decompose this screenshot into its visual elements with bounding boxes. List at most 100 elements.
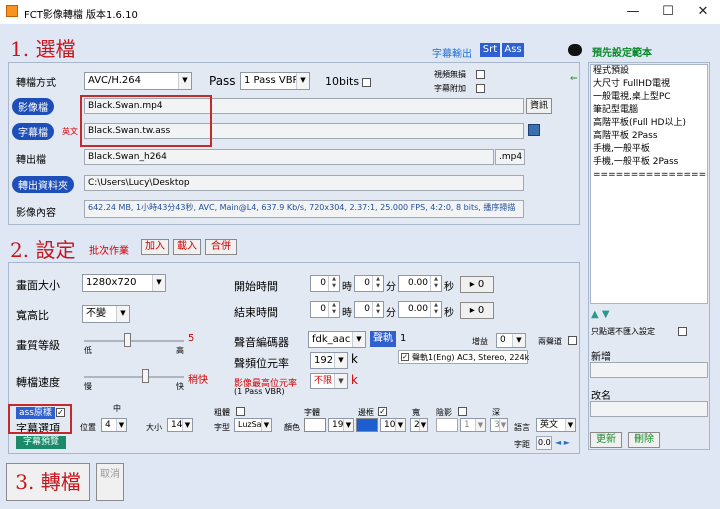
start-hour-spinner[interactable]: 0 ▲ ▼ (310, 275, 340, 292)
delete-button[interactable]: 刪除 (628, 432, 660, 448)
spacing-field[interactable]: 0.0 (536, 436, 552, 450)
minute-unit: 分 (386, 308, 396, 319)
arrow-icon: ⇐ (570, 74, 578, 84)
only-selected-checkbox[interactable] (678, 327, 687, 336)
rename-field[interactable] (590, 401, 708, 417)
border-color-select[interactable]: 102 ▼ (380, 418, 406, 432)
gain-select[interactable]: 0 ▼ (496, 333, 526, 348)
speed-slider-thumb[interactable] (142, 369, 149, 383)
maximize-button[interactable]: ☐ (651, 0, 685, 24)
format-select[interactable]: AVC/H.264 ▼ (84, 72, 192, 90)
highlight-box-subs (8, 404, 72, 434)
add-sub-label: 字幕附加 (434, 84, 466, 93)
audio-track-checkbox[interactable]: ✓ (401, 353, 409, 361)
presets-list[interactable]: 程式預設 大尺寸 FullHD電視 一般電視,桌上型PC 筆記型電腦 高階平板(… (590, 64, 708, 304)
position-label: 位置 (80, 423, 96, 432)
info-button[interactable]: 資訊 (526, 98, 552, 114)
batch-add-button[interactable]: 加入 (141, 239, 169, 255)
chevron-down-icon: ▼ (178, 73, 191, 89)
preset-item[interactable]: 高階平板 2Pass (591, 130, 707, 143)
preset-item[interactable]: 筆記型電腦 (591, 104, 707, 117)
shadow-value: 1 (464, 420, 470, 430)
output-folder-button[interactable]: 轉出資料夾 (12, 176, 74, 193)
spin-arrows-icon: ▲ ▼ (430, 276, 441, 291)
end-go-button[interactable]: ▸ 0 (460, 302, 494, 319)
spacing-arrows-icon[interactable]: ◄ ► (555, 438, 570, 447)
preset-item[interactable]: 手機,一般平板 (591, 143, 707, 156)
shadow-color-swatch[interactable] (436, 418, 458, 432)
font-color-value: 19 (332, 420, 344, 430)
position-select[interactable]: 4 ▼ (101, 418, 127, 432)
size-small-select[interactable]: 14 ▼ (167, 418, 193, 432)
video-file-button[interactable]: 影像檔 (12, 98, 54, 115)
lang-select[interactable]: 英文 ▼ (536, 418, 576, 432)
bold-label: 粗體 (214, 408, 230, 417)
quality-slider-thumb[interactable] (124, 333, 131, 347)
pass-select[interactable]: 1 Pass VBR ▼ (240, 72, 310, 90)
up-down-icon[interactable]: ▲ ▼ (591, 309, 610, 320)
preset-item[interactable]: 高階平板(Full HD以上) (591, 117, 707, 130)
bitrate-select[interactable]: 192 ▼ (310, 352, 348, 369)
border-color-swatch[interactable] (356, 418, 378, 432)
preset-item[interactable]: 手機,一般平板 2Pass (591, 156, 707, 169)
shadow-select[interactable]: 1 ▼ (460, 418, 486, 432)
subtitle-lang: 英文 (62, 127, 78, 136)
preset-item[interactable]: 程式預設 (591, 65, 707, 78)
start-minute-spinner[interactable]: 0 ▲ ▼ (354, 275, 384, 292)
srt-button[interactable]: Srt (480, 43, 500, 57)
start-second-spinner[interactable]: 0.00 ▲ ▼ (398, 275, 442, 292)
convert-button[interactable]: 3. 轉檔 (6, 463, 90, 501)
aspect-select[interactable]: 不變 ▼ (82, 305, 130, 323)
max-bitrate-select[interactable]: 不限 ▼ (310, 373, 348, 389)
end-minute-spinner[interactable]: 0 ▲ ▼ (354, 301, 384, 318)
batch-load-button[interactable]: 載入 (173, 239, 201, 255)
start-go-button[interactable]: ▸ 0 (460, 276, 494, 293)
gain-label: 增益 (472, 337, 488, 346)
minimize-button[interactable]: — (616, 0, 650, 24)
aspect-label: 寬高比 (16, 309, 49, 322)
border-checkbox[interactable]: ✓ (378, 407, 387, 416)
font-type-select[interactable]: LuzSa ▼ (234, 418, 272, 432)
end-hour-spinner[interactable]: 0 ▲ ▼ (310, 301, 340, 318)
spin-arrows-icon: ▲ ▼ (328, 302, 339, 317)
new-field[interactable] (590, 362, 708, 378)
speed-track (84, 376, 184, 378)
preset-item[interactable]: 一般電視,桌上型PC (591, 91, 707, 104)
bold-checkbox[interactable] (236, 407, 245, 416)
bitrate-value: 192 (314, 355, 334, 366)
end-time-label: 結束時間 (234, 306, 278, 319)
subtitle-browse-icon[interactable] (528, 124, 540, 136)
width-select[interactable]: 2 ▼ (410, 418, 428, 432)
audio-track-button[interactable]: 聲軌 (370, 331, 396, 347)
depth-select[interactable]: 3 ▼ (490, 418, 508, 432)
window-title: FCT影像轉檔 版本1.6.10 (24, 10, 138, 21)
cancel-button[interactable]: 取消 (96, 463, 124, 501)
max-bitrate-unit: k (351, 373, 358, 387)
batch-merge-button[interactable]: 合併 (205, 239, 237, 255)
output-file-field[interactable]: Black.Swan_h264 (84, 149, 494, 165)
update-button[interactable]: 更新 (590, 432, 622, 448)
bits-checkbox[interactable] (362, 78, 371, 87)
ass-button[interactable]: Ass (502, 43, 524, 57)
two-ch-checkbox[interactable] (568, 336, 577, 345)
subtitle-file-button[interactable]: 字幕檔 (12, 123, 54, 140)
close-button[interactable]: ✕ (686, 0, 720, 24)
format-label: 轉檔方式 (16, 78, 56, 89)
preset-item[interactable]: 大尺寸 FullHD電視 (591, 78, 707, 91)
font-color-swatch[interactable] (304, 418, 326, 432)
chevron-down-icon: ▼ (499, 419, 507, 431)
end-second-spinner[interactable]: 0.00 ▲ ▼ (398, 301, 442, 318)
chevron-down-icon: ▼ (475, 419, 485, 431)
size-select[interactable]: 1280x720 ▼ (82, 274, 166, 292)
add-sub-checkbox[interactable] (476, 84, 485, 93)
second-unit: 秒 (444, 308, 454, 319)
font-color-select[interactable]: 19 ▼ (328, 418, 354, 432)
shadow-checkbox[interactable] (458, 407, 467, 416)
encoder-select[interactable]: fdk_aac ▼ (308, 331, 366, 348)
audio-track-list[interactable]: ✓ 聲軌1(Eng) AC3, Stereo, 224k (398, 350, 529, 364)
no-video-checkbox[interactable] (476, 70, 485, 79)
output-folder-field[interactable]: C:\Users\Lucy\Desktop (84, 175, 524, 191)
sub-preview-button[interactable]: 字幕預覽 (16, 436, 66, 449)
lang-label: 語言 (514, 423, 530, 432)
chevron-down-icon: ▼ (116, 419, 126, 431)
